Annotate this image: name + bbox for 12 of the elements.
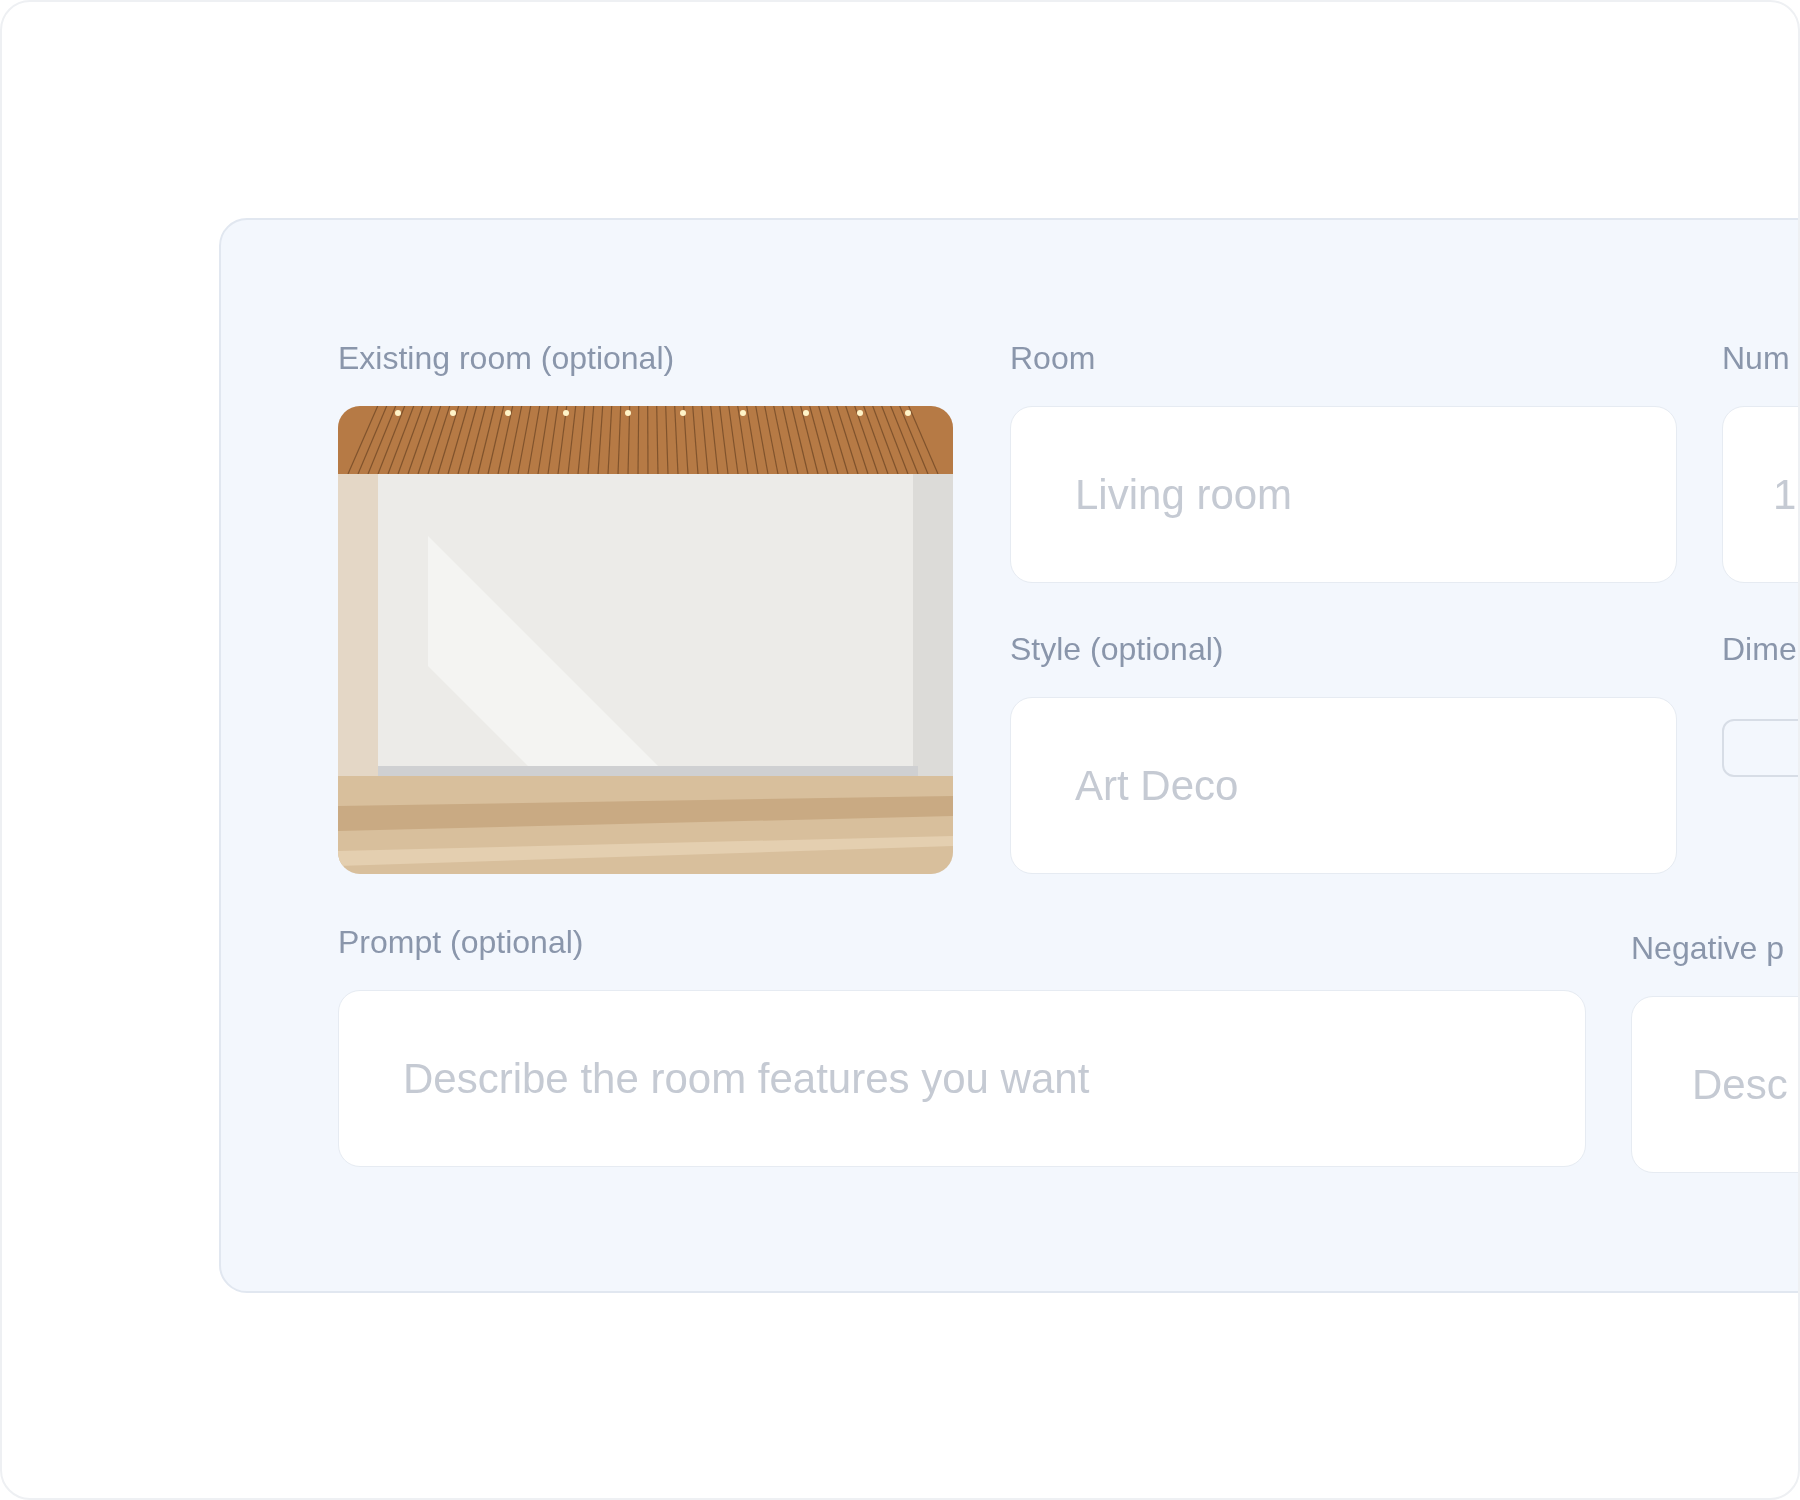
style-field[interactable]: Art Deco bbox=[1010, 697, 1677, 874]
prompt-field[interactable]: Describe the room features you want bbox=[338, 990, 1586, 1167]
number-field[interactable]: 1 bbox=[1722, 406, 1798, 583]
room-field[interactable]: Living room bbox=[1010, 406, 1677, 583]
field-label: Prompt (optional) bbox=[338, 926, 585, 958]
field-label: Room bbox=[1010, 342, 1097, 374]
field-label: Dime bbox=[1722, 633, 1798, 665]
negative-prompt-field[interactable]: Desc bbox=[1631, 996, 1798, 1173]
field-label: Num bbox=[1722, 342, 1791, 374]
field-label: Negative p bbox=[1631, 932, 1785, 964]
field-label: Existing room (optional) bbox=[338, 342, 676, 374]
field-label: Style (optional) bbox=[1010, 633, 1225, 665]
